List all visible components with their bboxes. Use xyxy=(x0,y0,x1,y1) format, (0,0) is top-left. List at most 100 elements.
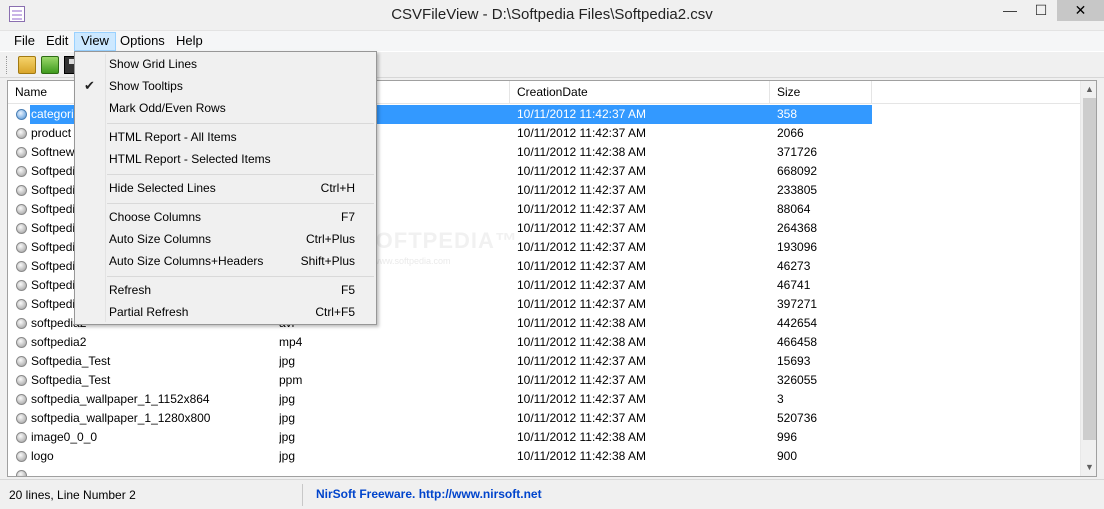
table-row[interactable]: softpedia_wallpaper_1_1280x800 jpg 10/11/2… xyxy=(8,409,1080,428)
column-header-size[interactable]: Size xyxy=(770,81,872,104)
cell-size: 326055 xyxy=(777,373,818,387)
cell-creation-date: 10/11/2012 11:42:38 AM xyxy=(517,430,646,444)
column-header-creation-date[interactable]: CreationDate xyxy=(510,81,770,104)
menu-html-report-all[interactable]: HTML Report - All Items xyxy=(77,126,374,148)
cell-size: 900 xyxy=(777,449,798,463)
cell-size: 2066 xyxy=(777,126,804,140)
cell-creation-date: 10/11/2012 11:42:37 AM xyxy=(517,373,646,387)
cell-size: 46741 xyxy=(777,278,811,292)
cell-size: 520736 xyxy=(777,411,818,425)
maximize-button[interactable]: ☐ xyxy=(1027,0,1055,21)
cell-name: logo xyxy=(31,449,54,463)
cell-creation-date: 10/11/2012 11:42:37 AM xyxy=(517,297,646,311)
nirsoft-link[interactable]: NirSoft Freeware. http://www.nirsoft.net xyxy=(316,484,542,506)
cell-extension: jpg xyxy=(279,411,296,425)
cell-size: 371726 xyxy=(777,145,818,159)
menu-auto-size-columns-headers[interactable]: Auto Size Columns+Headers Shift+Plus xyxy=(77,250,374,272)
open-green-folder-icon[interactable] xyxy=(41,56,59,74)
menu-item-label: Mark Odd/Even Rows xyxy=(109,101,226,115)
table-row[interactable]: logo jpg 10/11/2012 11:42:38 AM 900 xyxy=(8,447,1080,466)
cell-size: 46273 xyxy=(777,259,811,273)
cell-size: 668092 xyxy=(777,164,818,178)
cell-size: 358 xyxy=(777,107,798,121)
cell-extension: jpg xyxy=(279,430,296,444)
minimize-button[interactable]: — xyxy=(995,0,1025,21)
row-bullet-icon xyxy=(16,109,27,120)
table-row[interactable] xyxy=(8,466,1080,476)
menu-html-report-selected[interactable]: HTML Report - Selected Items xyxy=(77,148,374,170)
menu-item-label: Show Grid Lines xyxy=(109,57,198,71)
menu-partial-refresh[interactable]: Partial Refresh Ctrl+F5 xyxy=(77,301,374,323)
row-bullet-icon xyxy=(16,185,27,196)
row-bullet-icon xyxy=(16,261,27,272)
row-bullet-icon xyxy=(16,394,27,405)
close-button[interactable]: ✕ xyxy=(1057,0,1104,21)
table-row[interactable]: softpedia2 mp4 10/11/2012 11:42:38 AM 46645… xyxy=(8,333,1080,352)
menu-refresh[interactable]: Refresh F5 xyxy=(77,279,374,301)
cell-creation-date: 10/11/2012 11:42:37 AM xyxy=(517,278,646,292)
menu-file[interactable]: File xyxy=(8,32,41,51)
row-bullet-icon xyxy=(16,147,27,158)
menu-item-label: Choose Columns xyxy=(109,210,202,224)
cell-size: 466458 xyxy=(777,335,818,349)
cell-creation-date: 10/11/2012 11:42:37 AM xyxy=(517,392,646,406)
cell-size: 88064 xyxy=(777,202,811,216)
row-bullet-icon xyxy=(16,432,27,443)
row-bullet-icon xyxy=(16,413,27,424)
scroll-up-icon[interactable]: ▲ xyxy=(1081,81,1096,98)
scroll-down-icon[interactable]: ▼ xyxy=(1081,459,1096,476)
menu-item-label: Partial Refresh xyxy=(109,305,189,319)
view-dropdown-menu: Show Grid Lines ✔ Show Tooltips Mark Odd/Ev… xyxy=(74,51,377,325)
menu-item-shortcut: F5 xyxy=(340,283,355,297)
cell-creation-date: 10/11/2012 11:42:37 AM xyxy=(517,126,646,140)
table-row[interactable]: image0_0_0 jpg 10/11/2012 11:42:38 AM 996 xyxy=(8,428,1080,447)
cell-name: Softpedia_Test xyxy=(31,354,111,368)
row-bullet-icon xyxy=(16,375,27,386)
cell-creation-date: 10/11/2012 11:42:37 AM xyxy=(517,240,646,254)
menu-auto-size-columns[interactable]: Auto Size Columns Ctrl+Plus xyxy=(77,228,374,250)
menu-options[interactable]: Options xyxy=(114,32,171,51)
menu-item-shortcut: Ctrl+F5 xyxy=(315,305,355,319)
toolbar-grip[interactable] xyxy=(6,56,9,74)
row-bullet-icon xyxy=(16,356,27,367)
menu-show-tooltips[interactable]: ✔ Show Tooltips xyxy=(77,75,374,97)
softpedia-watermark-url: www.softpedia.com xyxy=(373,256,451,266)
table-row[interactable]: Softpedia_Test ppm 10/11/2012 11:42:37 AM 3… xyxy=(8,371,1080,390)
menu-choose-columns[interactable]: Choose Columns F7 xyxy=(77,206,374,228)
cell-size: 996 xyxy=(777,430,798,444)
cell-size xyxy=(777,466,877,476)
cell-creation-date: 10/11/2012 11:42:37 AM xyxy=(517,183,646,197)
menu-view[interactable]: View xyxy=(74,32,116,51)
row-bullet-icon xyxy=(16,204,27,215)
menu-hide-selected-lines[interactable]: Hide Selected Lines Ctrl+H xyxy=(77,177,374,199)
row-bullet-icon xyxy=(16,223,27,234)
cell-name: softpedia2 xyxy=(31,335,87,349)
row-bullet-icon xyxy=(16,337,27,348)
row-bullet-icon xyxy=(16,451,27,462)
vertical-scrollbar[interactable]: ▲ ▼ xyxy=(1080,81,1096,476)
scroll-thumb[interactable] xyxy=(1083,98,1096,440)
status-line-count: 20 lines, Line Number 2 xyxy=(4,484,303,506)
checkmark-icon: ✔ xyxy=(84,78,95,93)
row-bullet-icon xyxy=(16,280,27,291)
status-bar: 20 lines, Line Number 2 NirSoft Freeware… xyxy=(0,479,1104,509)
menu-show-grid-lines[interactable]: Show Grid Lines xyxy=(77,53,374,75)
table-row[interactable]: Softpedia_Test jpg 10/11/2012 11:42:37 AM 1… xyxy=(8,352,1080,371)
row-bullet-icon xyxy=(16,318,27,329)
cell-creation-date: 10/11/2012 11:42:37 AM xyxy=(517,107,646,121)
menu-help[interactable]: Help xyxy=(170,32,209,51)
menu-item-shortcut: F7 xyxy=(340,210,355,224)
cell-creation-date: 10/11/2012 11:42:37 AM xyxy=(517,259,646,273)
title-bar: CSVFileView - D:\Softpedia Files\Softped… xyxy=(0,0,1104,31)
table-row[interactable]: softpedia_wallpaper_1_1152x864 jpg 10/11/2… xyxy=(8,390,1080,409)
cell-name: Softpedia_Test xyxy=(31,373,111,387)
cell-creation-date: 10/11/2012 11:42:37 AM xyxy=(517,354,646,368)
menu-edit[interactable]: Edit xyxy=(40,32,74,51)
menu-item-shortcut: Ctrl+H xyxy=(320,181,355,195)
menu-item-label: Auto Size Columns xyxy=(109,232,212,246)
menu-item-shortcut: Shift+Plus xyxy=(300,254,355,268)
menu-separator xyxy=(107,174,374,175)
menu-mark-odd-even-rows[interactable]: Mark Odd/Even Rows xyxy=(77,97,374,119)
cell-extension: jpg xyxy=(279,392,296,406)
open-folder-icon[interactable] xyxy=(18,56,36,74)
